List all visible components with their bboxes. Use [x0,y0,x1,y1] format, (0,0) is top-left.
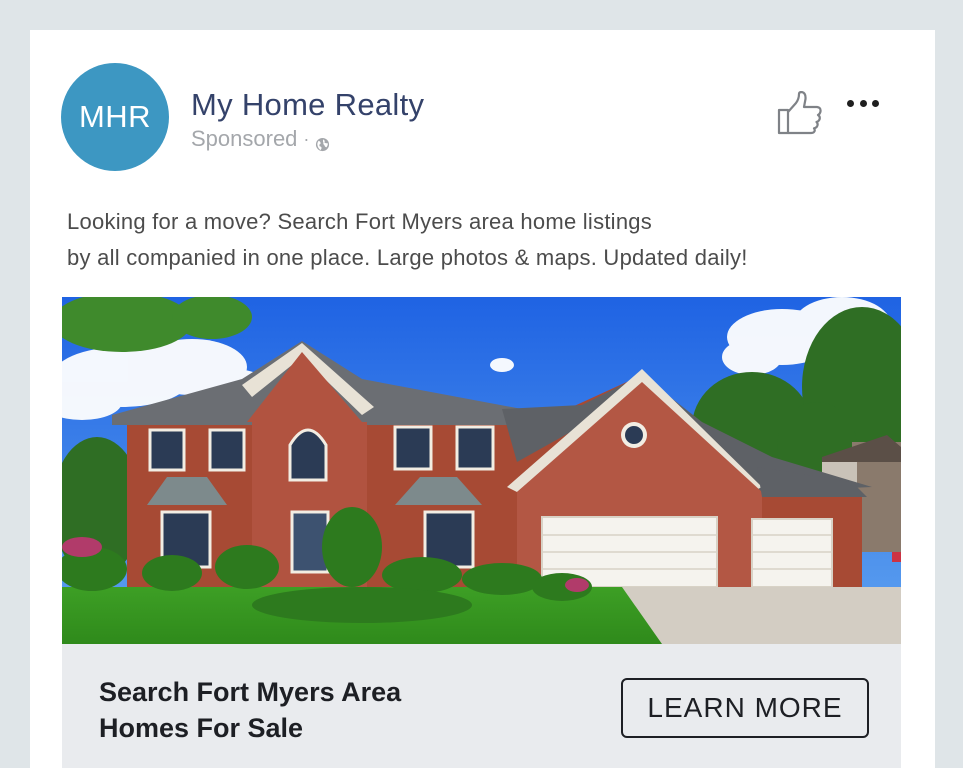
body-line: by all companied in one place. Large pho… [67,245,748,270]
avatar-initials: MHR [78,99,152,134]
cta-headline-line: Homes For Sale [99,713,304,743]
dot-icon [847,99,854,107]
sponsored-post-card: MHR My Home Realty Sponsored · Looking f… [30,30,935,768]
learn-more-button[interactable]: LEARN MORE [621,678,869,738]
more-options-icon[interactable] [847,98,879,108]
cta-bar: Search Fort Myers Area Homes For Sale LE… [62,644,901,768]
globe-icon [315,132,330,151]
post-meta: Sponsored · [191,126,330,152]
page-avatar[interactable]: MHR [61,63,169,171]
house-photo[interactable] [62,297,901,644]
page-name-link[interactable]: My Home Realty [191,87,424,123]
meta-separator: · [303,128,310,149]
sponsored-label[interactable]: Sponsored [191,126,297,152]
cta-headline[interactable]: Search Fort Myers Area Homes For Sale [99,674,519,746]
ad-frame: MHR My Home Realty Sponsored · Looking f… [0,0,963,768]
body-line: Looking for a move? Search Fort Myers ar… [67,209,653,234]
dot-icon [859,99,867,107]
thumbs-up-icon[interactable] [777,90,823,135]
dot-icon [872,99,879,107]
post-body-text: Looking for a move? Search Fort Myers ar… [67,204,907,276]
cta-headline-line: Search Fort Myers Area [99,677,402,707]
